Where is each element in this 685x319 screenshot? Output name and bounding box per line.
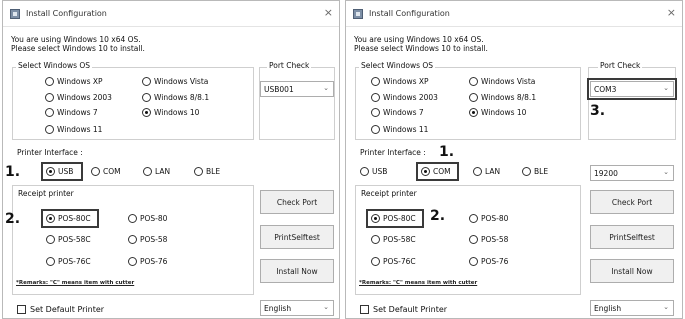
radio-pos-80c[interactable]: POS-80C xyxy=(46,214,91,223)
radio-pos-80[interactable]: POS-80 xyxy=(128,214,167,223)
install-now-button[interactable]: Install Now xyxy=(260,259,334,283)
language-select[interactable]: English ⌄ xyxy=(590,300,674,316)
app-icon xyxy=(10,9,20,19)
radio-windows-11[interactable]: Windows 11 xyxy=(45,125,102,134)
remarks-text: *Remarks: "C" means item with cutter xyxy=(359,280,478,286)
receipt-label: Receipt printer xyxy=(16,189,76,198)
close-icon[interactable]: × xyxy=(324,6,333,19)
radio-windows-8[interactable]: Windows 8/8.1 xyxy=(142,93,209,102)
window-title: Install Configuration xyxy=(369,9,450,18)
radio-pos-80c[interactable]: POS-80C xyxy=(371,214,416,223)
radio-ble[interactable]: BLE xyxy=(522,167,548,176)
step-1-marker: 1. xyxy=(439,144,455,160)
radio-usb[interactable]: USB xyxy=(46,167,73,176)
radio-pos-58[interactable]: POS-58 xyxy=(469,235,508,244)
chevron-down-icon: ⌄ xyxy=(663,168,669,176)
app-icon xyxy=(353,9,363,19)
port-check-label: Port Check xyxy=(598,61,643,70)
radio-windows-xp[interactable]: Windows XP xyxy=(371,77,429,86)
chevron-down-icon: ⌄ xyxy=(663,303,669,311)
chevron-down-icon: ⌄ xyxy=(323,84,329,92)
radio-pos-76[interactable]: POS-76 xyxy=(128,257,167,266)
radio-lan[interactable]: LAN xyxy=(143,167,170,176)
port-select[interactable]: USB001 ⌄ xyxy=(260,81,334,97)
step-1-marker: 1. xyxy=(5,164,21,180)
os-info: You are using Windows 10 x64 OS. Please … xyxy=(11,35,145,53)
radio-com[interactable]: COM xyxy=(421,167,451,176)
radio-windows-8[interactable]: Windows 8/8.1 xyxy=(469,93,536,102)
step-2-marker: 2. xyxy=(5,211,21,227)
title-bar: Install Configuration × xyxy=(3,1,339,27)
radio-pos-80[interactable]: POS-80 xyxy=(469,214,508,223)
radio-windows-vista[interactable]: Windows Vista xyxy=(469,77,535,86)
os-info-line1: You are using Windows 10 x64 OS. xyxy=(354,35,484,44)
os-info: You are using Windows 10 x64 OS. Please … xyxy=(354,35,488,53)
receipt-label: Receipt printer xyxy=(359,189,419,198)
close-icon[interactable]: × xyxy=(667,6,676,19)
check-port-button[interactable]: Check Port xyxy=(590,190,674,214)
chevron-down-icon: ⌄ xyxy=(663,84,669,92)
radio-windows-xp[interactable]: Windows XP xyxy=(45,77,103,86)
radio-pos-76c[interactable]: POS-76C xyxy=(46,257,91,266)
install-now-button[interactable]: Install Now xyxy=(590,259,674,283)
print-selftest-button[interactable]: PrintSelftest xyxy=(260,225,334,249)
chevron-down-icon: ⌄ xyxy=(323,303,329,311)
remarks-text: *Remarks: "C" means item with cutter xyxy=(16,280,135,286)
check-port-button[interactable]: Check Port xyxy=(260,190,334,214)
port-check-group xyxy=(259,67,335,140)
port-select[interactable]: COM3 ⌄ xyxy=(590,81,674,97)
title-bar: Install Configuration × xyxy=(346,1,682,27)
step-2-marker: 2. xyxy=(430,208,446,224)
print-selftest-button[interactable]: PrintSelftest xyxy=(590,225,674,249)
radio-ble[interactable]: BLE xyxy=(194,167,220,176)
printer-interface-label: Printer Interface : xyxy=(17,148,83,157)
radio-windows-7[interactable]: Windows 7 xyxy=(371,108,424,117)
radio-com[interactable]: COM xyxy=(91,167,121,176)
radio-windows-2003[interactable]: Windows 2003 xyxy=(45,93,112,102)
os-info-line2: Please select Windows 10 to install. xyxy=(354,44,488,53)
install-config-window-left: Install Configuration × You are using Wi… xyxy=(2,0,340,319)
baud-rate-select[interactable]: 19200 ⌄ xyxy=(590,165,674,181)
window-title: Install Configuration xyxy=(26,9,107,18)
radio-windows-10[interactable]: Windows 10 xyxy=(469,108,526,117)
os-info-line1: You are using Windows 10 x64 OS. xyxy=(11,35,141,44)
set-default-printer-checkbox[interactable]: Set Default Printer xyxy=(17,305,104,314)
printer-interface-label: Printer Interface : xyxy=(360,148,426,157)
radio-windows-11[interactable]: Windows 11 xyxy=(371,125,428,134)
radio-pos-58c[interactable]: POS-58C xyxy=(371,235,416,244)
port-check-label: Port Check xyxy=(267,61,312,70)
radio-pos-58c[interactable]: POS-58C xyxy=(46,235,91,244)
os-info-line2: Please select Windows 10 to install. xyxy=(11,44,145,53)
step-3-marker: 3. xyxy=(590,103,606,119)
radio-pos-76c[interactable]: POS-76C xyxy=(371,257,416,266)
radio-lan[interactable]: LAN xyxy=(473,167,500,176)
os-group-label: Select Windows OS xyxy=(16,61,93,70)
radio-pos-76[interactable]: POS-76 xyxy=(469,257,508,266)
radio-windows-vista[interactable]: Windows Vista xyxy=(142,77,208,86)
language-select[interactable]: English ⌄ xyxy=(260,300,334,316)
radio-windows-2003[interactable]: Windows 2003 xyxy=(371,93,438,102)
radio-windows-7[interactable]: Windows 7 xyxy=(45,108,98,117)
radio-pos-58[interactable]: POS-58 xyxy=(128,235,167,244)
radio-windows-10[interactable]: Windows 10 xyxy=(142,108,199,117)
radio-usb[interactable]: USB xyxy=(360,167,387,176)
install-config-window-right: Install Configuration × You are using Wi… xyxy=(345,0,683,319)
os-group-label: Select Windows OS xyxy=(359,61,436,70)
set-default-printer-checkbox[interactable]: Set Default Printer xyxy=(360,305,447,314)
